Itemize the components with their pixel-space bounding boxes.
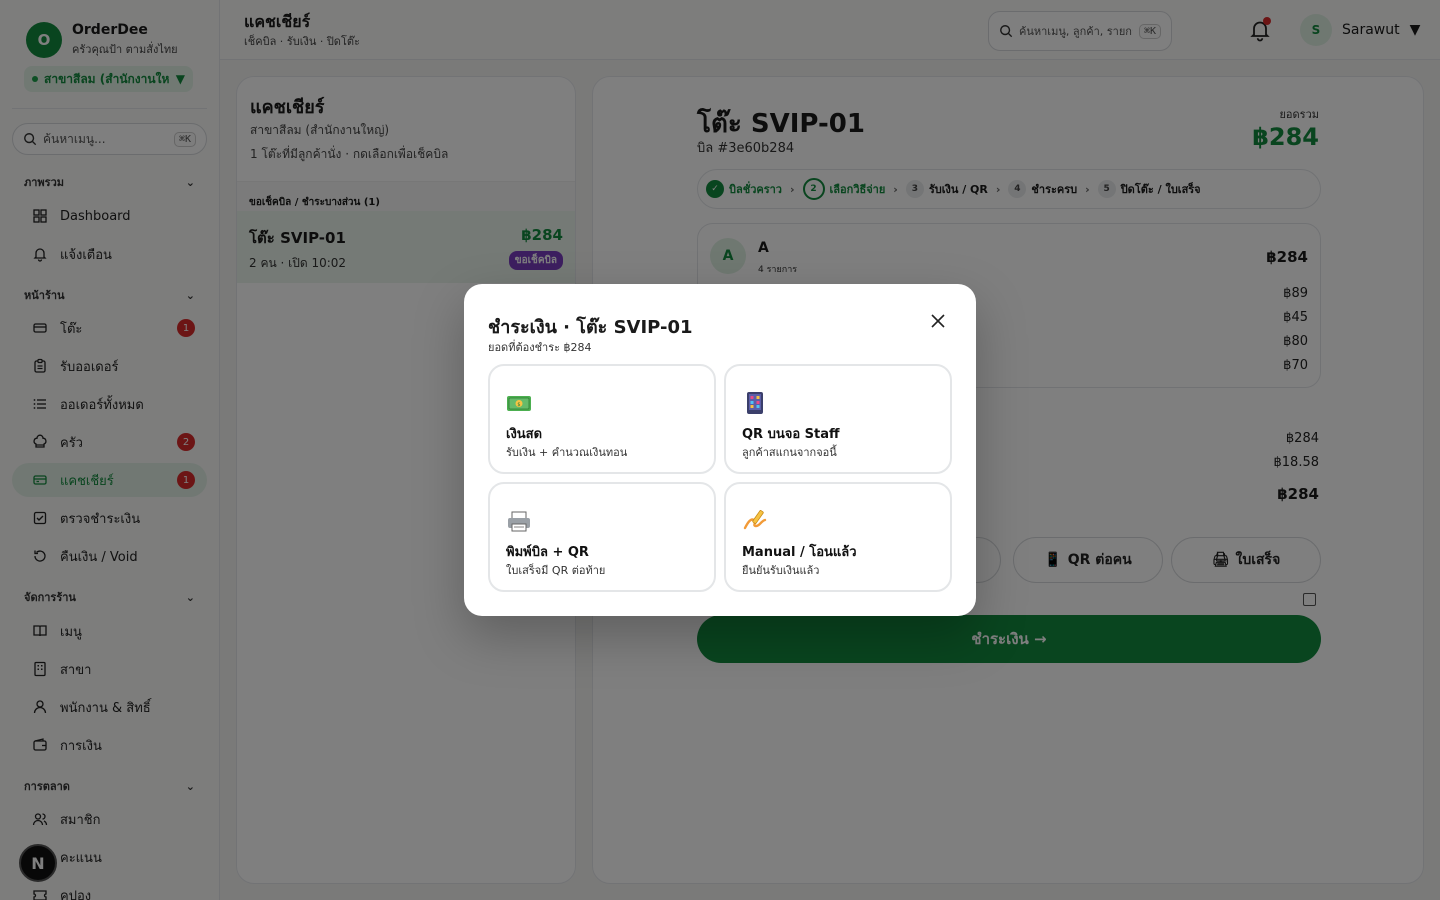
close-icon	[931, 314, 945, 328]
payment-option-cash[interactable]: $ เงินสด รับเงิน + คำนวณเงินทอน	[488, 364, 716, 474]
option-name: พิมพ์บิล + QR	[506, 545, 589, 560]
payment-method-dialog: ชำระเงิน · โต๊ะ SVIP-01 ยอดที่ต้องชำระ ฿…	[464, 284, 976, 616]
option-description: ใบเสร็จมี QR ต่อท้าย	[506, 564, 606, 577]
close-button[interactable]	[928, 311, 948, 331]
option-description: รับเงิน + คำนวณเงินทอน	[506, 446, 628, 459]
option-name: QR บนจอ Staff	[742, 427, 840, 442]
payment-option-print-qr[interactable]: พิมพ์บิล + QR ใบเสร็จมี QR ต่อท้าย	[488, 482, 716, 592]
svg-text:$: $	[517, 402, 520, 408]
dialog-title: ชำระเงิน · โต๊ะ SVIP-01	[488, 317, 693, 338]
staff-screen-qr-icon	[747, 392, 763, 414]
option-description: ยืนยันรับเงินแล้ว	[742, 564, 820, 577]
option-description: ลูกค้าสแกนจากจอนี้	[742, 446, 837, 459]
dialog-subtitle: ยอดที่ต้องชำระ ฿284	[488, 341, 592, 354]
payment-option-staff-qr[interactable]: QR บนจอ Staff ลูกค้าสแกนจากจอนี้	[724, 364, 952, 474]
option-name: เงินสด	[506, 427, 543, 442]
printer-icon	[508, 511, 530, 532]
option-name: Manual / โอนแล้ว	[742, 545, 857, 560]
cash-icon: $	[507, 396, 531, 411]
payment-option-manual[interactable]: Manual / โอนแล้ว ยืนยันรับเงินแล้ว	[724, 482, 952, 592]
signature-icon	[743, 510, 767, 530]
